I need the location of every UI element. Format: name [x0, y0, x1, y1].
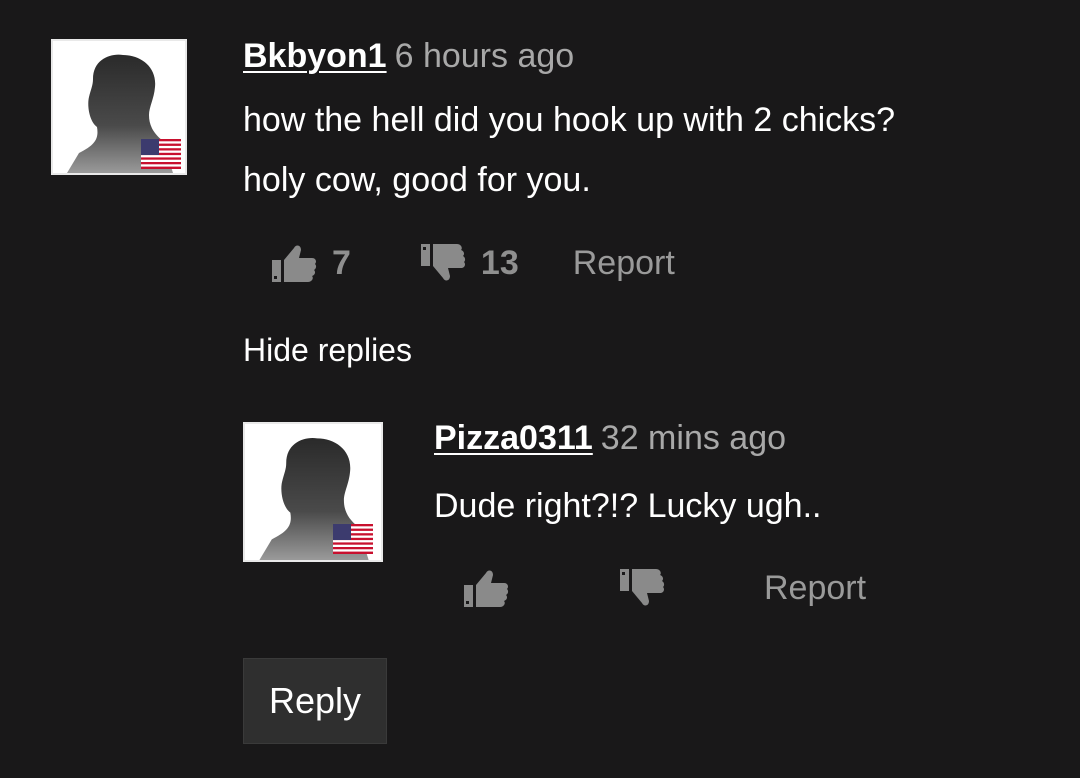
thumbs-up-icon [464, 570, 509, 607]
thumbs-down-icon [620, 569, 665, 606]
reply-timestamp: 32 mins ago [600, 419, 787, 457]
comment-thread: Bkbyon1 6 hours ago how the hell did you … [0, 0, 1080, 778]
us-flag-icon [141, 139, 181, 169]
reply-username[interactable]: Pizza0311 [434, 419, 593, 457]
report-button[interactable]: Report [573, 244, 675, 283]
avatar[interactable] [51, 39, 187, 175]
reply-body: Pizza0311 32 mins ago Dude right?!? Lucky… [434, 418, 821, 536]
comment-timestamp: 6 hours ago [394, 37, 575, 75]
comment-text-line: how the hell did you hook up with 2 chic… [243, 101, 896, 139]
reply-button[interactable]: Reply [243, 658, 387, 744]
hide-replies-link[interactable]: Hide replies [243, 330, 412, 370]
comment-body: Bkbyon1 6 hours ago how the hell did you … [243, 36, 895, 210]
like-button[interactable]: 7 [270, 242, 351, 284]
thumbs-up-icon [272, 245, 317, 282]
dislike-button[interactable] [618, 567, 680, 609]
avatar[interactable] [243, 422, 383, 562]
comment-text: how the hell did you hook up with 2 chic… [243, 90, 895, 210]
us-flag-icon [333, 524, 373, 554]
report-button[interactable]: Report [764, 569, 866, 608]
like-count: 7 [332, 243, 351, 282]
reply-header: Pizza0311 32 mins ago [434, 418, 821, 458]
comment-header: Bkbyon1 6 hours ago [243, 36, 895, 76]
thumbs-down-icon [420, 244, 466, 281]
comment-actions: 7 13 Report [270, 241, 675, 285]
reply-actions: Report [462, 566, 866, 610]
comment-text-line: holy cow, good for you. [243, 161, 591, 199]
like-button[interactable] [462, 567, 524, 609]
comment-username[interactable]: Bkbyon1 [243, 37, 387, 75]
reply-text: Dude right?!? Lucky ugh.. [434, 487, 822, 525]
dislike-count: 13 [480, 243, 519, 282]
dislike-button[interactable]: 13 [419, 242, 519, 284]
